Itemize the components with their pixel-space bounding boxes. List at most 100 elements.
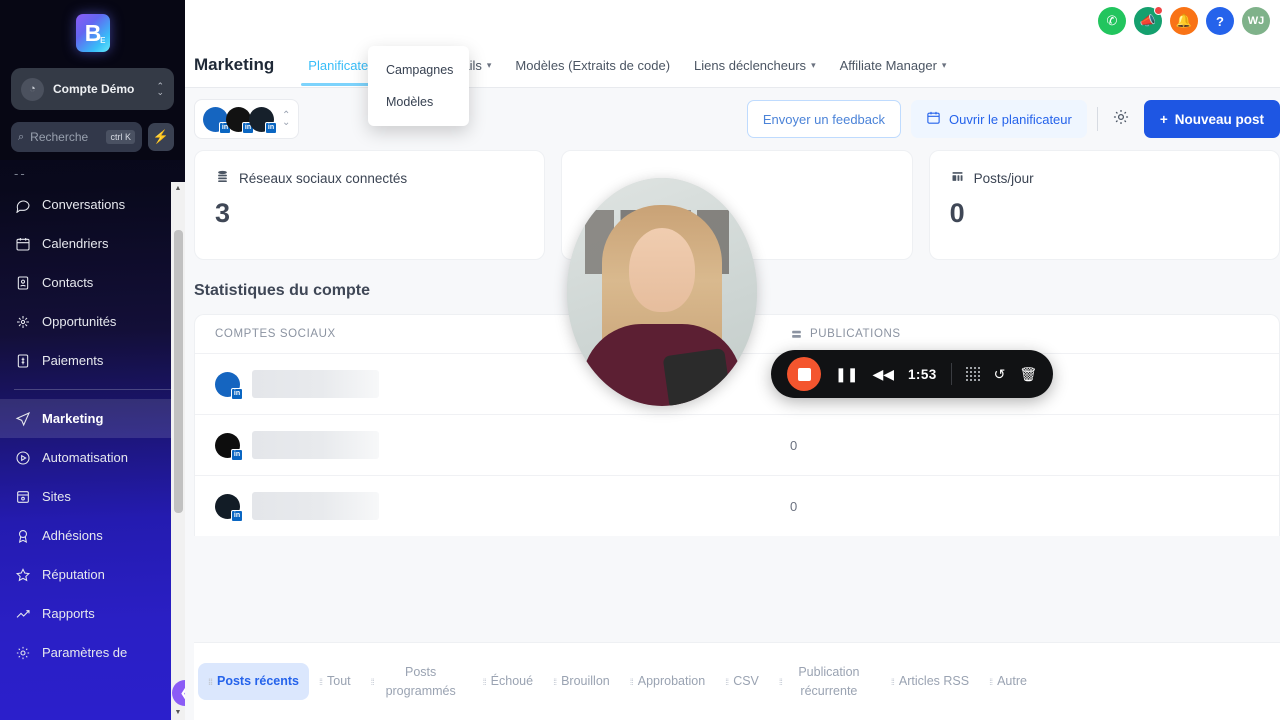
settings-gear-icon[interactable] — [1108, 108, 1134, 131]
tab-label: Échoué — [490, 674, 534, 689]
sidebar-item-rapports[interactable]: Rapports — [0, 594, 185, 633]
rewind-icon[interactable]: ◀◀ — [872, 366, 894, 383]
search-input[interactable]: ⌕ Recherche ctrl K — [11, 122, 142, 152]
open-planner-button[interactable]: Ouvrir le planificateur — [911, 100, 1087, 138]
table-row[interactable]: in 0 — [195, 414, 1279, 475]
phone-icon[interactable]: ✆ — [1098, 7, 1126, 35]
tab-label: Articles RSS — [898, 674, 970, 689]
tab-approbation[interactable]: ⁞⁞ Approbation — [620, 663, 715, 699]
account-switcher[interactable]: ◔ Compte Démo ⌃ ⌄ — [11, 68, 174, 110]
tab-echoue[interactable]: ⁞⁞ Échoué — [473, 663, 543, 699]
sidebar-item-reputation[interactable]: Réputation — [0, 555, 185, 594]
sidebar-item-calendriers[interactable]: Calendriers — [0, 224, 185, 263]
bolt-icon[interactable]: ⚡ — [148, 123, 174, 151]
menu-item-campagnes[interactable]: Campagnes — [368, 54, 469, 86]
tab-publication-recurrente[interactable]: ⁞⁞ Publication récurrente — [769, 654, 881, 708]
recorder-divider — [950, 363, 952, 385]
button-label: Envoyer un feedback — [762, 111, 886, 127]
notification-badge — [1154, 6, 1163, 15]
drag-handle-icon: ⁞⁞ — [989, 676, 993, 687]
sidebar-nav: -- Conversations Calendriers Contacts Op… — [0, 160, 185, 672]
help-icon[interactable]: ? — [1206, 7, 1234, 35]
tab-posts-recents[interactable]: ⁞⁞ Posts récents — [198, 663, 309, 700]
sidebar-label: Automatisation — [42, 450, 128, 465]
scrollbar-thumb[interactable] — [174, 230, 183, 513]
tab-tout[interactable]: ⁞⁞ Tout — [309, 663, 361, 699]
send-icon — [14, 410, 31, 427]
sidebar-label: Paramètres de — [42, 645, 128, 660]
sidebar-item-adhesions[interactable]: Adhésions — [0, 516, 185, 555]
tab-posts-programmes[interactable]: ⁞⁞ Posts programmés — [361, 654, 473, 708]
connected-accounts-selector[interactable]: in in in ⌃ ⌄ — [194, 99, 300, 139]
send-feedback-button[interactable]: Envoyer un feedback — [746, 100, 902, 138]
bell-icon[interactable]: 🔔 — [1170, 7, 1198, 35]
stop-recording-button[interactable] — [787, 357, 821, 391]
opportunities-icon — [14, 313, 31, 330]
restart-icon[interactable]: ↺ — [994, 366, 1006, 383]
pause-icon[interactable]: ❚❚ — [835, 366, 858, 383]
chevron-down-icon: ▾ — [486, 59, 492, 70]
tab-liens-declencheurs[interactable]: Liens déclencheurs ▾ — [682, 45, 828, 85]
app-logo[interactable]: BE — [0, 0, 185, 64]
account-avatar[interactable]: in — [226, 106, 254, 134]
screen-recorder-toolbar: ❚❚ ◀◀ 1:53 ↺ 🗑 — [771, 350, 1054, 398]
sidebar-scrollbar[interactable]: ▲ ▼ — [171, 182, 185, 720]
sidebar-item-sites[interactable]: Sites — [0, 477, 185, 516]
search-icon: ⌕ — [18, 130, 25, 143]
sidebar-item-parametres[interactable]: Paramètres de — [0, 633, 185, 672]
scroll-down-arrow[interactable]: ▼ — [171, 706, 185, 720]
sidebar-item-opportunites[interactable]: Opportunités — [0, 302, 185, 341]
sidebar-item-conversations[interactable]: Conversations — [0, 185, 185, 224]
card-title: Posts/jour — [973, 170, 1034, 186]
account-avatar: in — [215, 493, 243, 522]
sidebar-label: Marketing — [42, 411, 104, 426]
tab-modeles-extraits[interactable]: Modèles (Extraits de code) — [503, 45, 682, 85]
card-value: 0 — [949, 198, 965, 228]
chevron-updown-icon[interactable]: ⌃ ⌄ — [156, 82, 164, 97]
microphone — [662, 347, 732, 406]
card-reseaux-sociaux-connectes: Réseaux sociaux connectés 3 — [194, 150, 546, 260]
calendar-icon — [926, 110, 941, 128]
chart-icon — [950, 169, 965, 187]
drag-handle-icon: ⁞⁞ — [318, 676, 323, 687]
account-avatar[interactable]: in — [249, 106, 277, 134]
table-row[interactable]: in 0 — [195, 475, 1279, 536]
presenter-face — [629, 228, 695, 313]
sidebar-header: BE ◔ Compte Démo ⌃ ⌄ ⌕ Recherche ctrl K ⚡ — [0, 0, 185, 160]
tab-label: Liens déclencheurs — [694, 57, 807, 73]
tab-label: Posts récents — [217, 674, 299, 689]
linkedin-badge-icon: in — [265, 121, 277, 134]
tab-autre[interactable]: ⁞⁞ Autre — [979, 663, 1037, 699]
account-avatar[interactable]: in — [203, 106, 231, 134]
drag-handle-icon[interactable] — [965, 367, 980, 381]
tab-csv[interactable]: ⁞⁞ CSV — [715, 663, 769, 699]
tab-label: Publication récurrente — [798, 665, 860, 698]
avatar[interactable]: WJ — [1242, 7, 1270, 35]
tab-articles-rss[interactable]: ⁞⁞ Articles RSS — [881, 663, 979, 699]
trash-icon[interactable]: 🗑 — [1019, 366, 1037, 383]
drag-handle-icon: ⁞⁞ — [370, 676, 375, 687]
webcam-bubble-overlay[interactable] — [567, 178, 757, 406]
announcement-icon[interactable]: 📣 — [1134, 6, 1163, 35]
sidebar-item-contacts[interactable]: Contacts — [0, 263, 185, 302]
tab-affiliate-manager[interactable]: Affiliate Manager ▾ — [828, 45, 959, 85]
publications-count: 0 — [790, 437, 798, 453]
chevron-down-icon: ▾ — [811, 59, 816, 70]
star-icon — [14, 566, 31, 583]
account-avatar: in — [215, 371, 243, 400]
sidebar-item-marketing[interactable]: Marketing — [0, 399, 185, 438]
chevron-updown-icon[interactable]: ⌃ ⌄ — [282, 111, 290, 128]
search-row: ⌕ Recherche ctrl K ⚡ — [11, 122, 174, 152]
scroll-up-arrow[interactable]: ▲ — [171, 182, 185, 196]
sidebar-item-paiements[interactable]: Paiements — [0, 341, 185, 380]
menu-item-modeles[interactable]: Modèles — [368, 86, 469, 118]
tab-brouillon[interactable]: ⁞⁞ Brouillon — [543, 663, 620, 699]
sidebar-label: Contacts — [42, 275, 94, 290]
sidebar-item-automatisation[interactable]: Automatisation — [0, 438, 185, 477]
new-post-button[interactable]: + Nouveau post — [1143, 100, 1280, 138]
trend-icon — [14, 605, 31, 622]
contacts-icon — [14, 274, 31, 291]
card-value: 3 — [215, 198, 231, 228]
play-circle-icon — [14, 449, 31, 466]
sidebar-label: Opportunités — [42, 314, 117, 329]
